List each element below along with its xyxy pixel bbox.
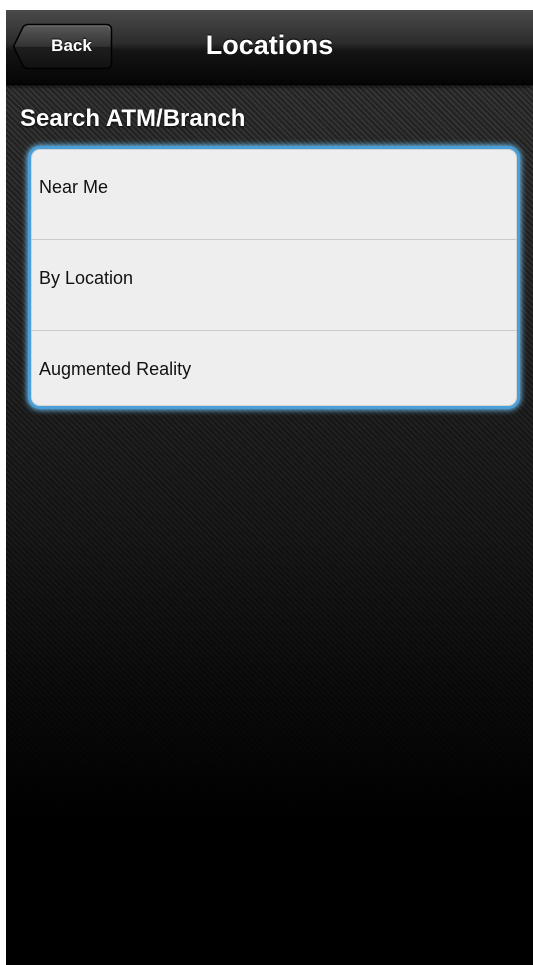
search-options-list: Near Me By Location Augmented Reality [28, 146, 520, 409]
list-item-label: By Location [39, 268, 134, 288]
navigation-bar: Back Locations [6, 10, 533, 85]
list-item-near-me[interactable]: Near Me [31, 149, 517, 240]
app-screen: Back Locations Search ATM/Branch Near Me… [6, 10, 533, 965]
section-header: Search ATM/Branch [20, 105, 246, 132]
list-item-augmented-reality[interactable]: Augmented Reality [31, 331, 517, 406]
list-item-label: Near Me [39, 177, 109, 197]
page-title: Locations [205, 30, 334, 60]
list-item-by-location[interactable]: By Location [31, 240, 517, 331]
list-item-label: Augmented Reality [39, 359, 192, 379]
